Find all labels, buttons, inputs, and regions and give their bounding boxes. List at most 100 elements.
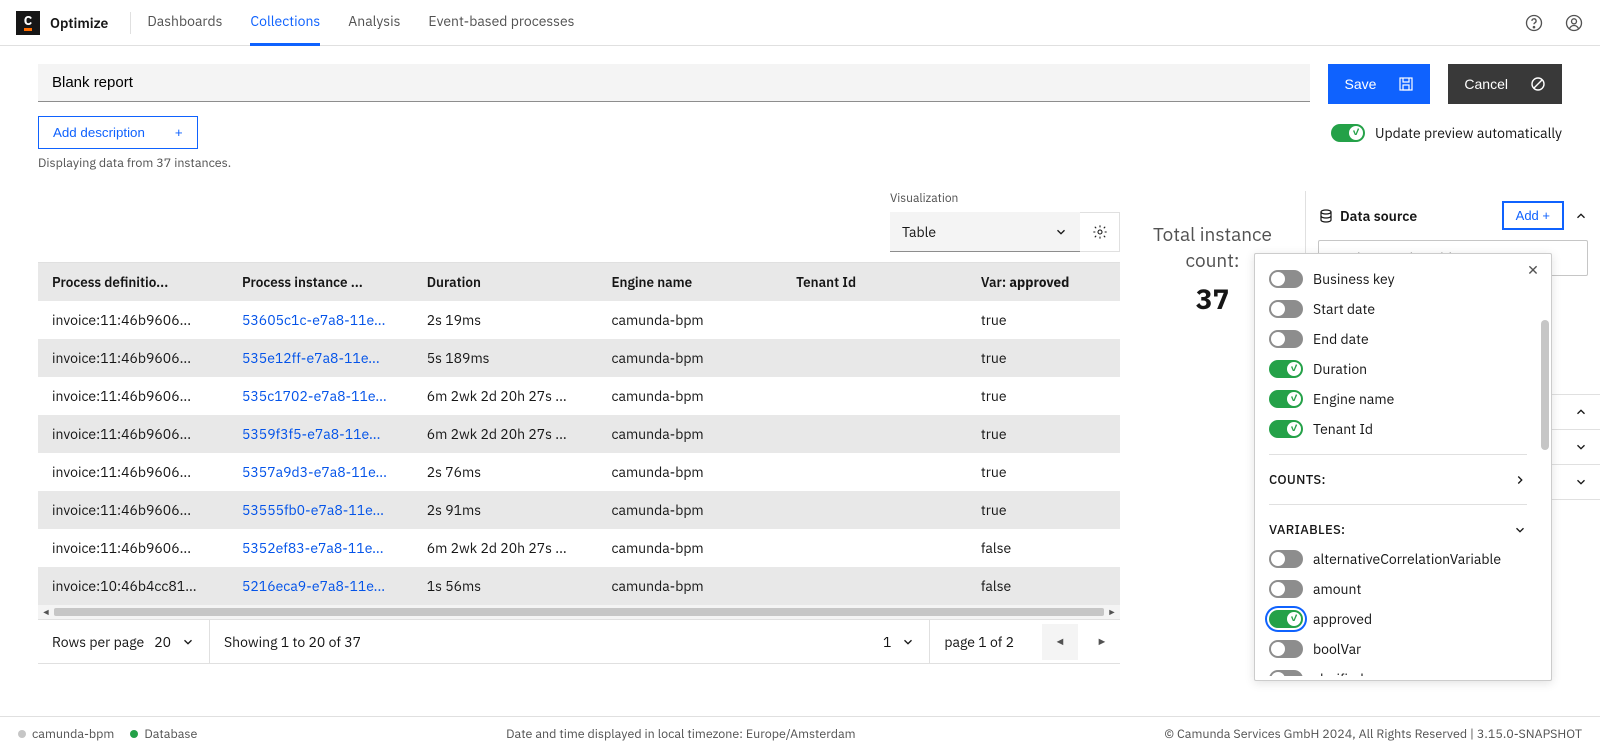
brand-logo: C bbox=[16, 11, 40, 35]
table-pager: Rows per page 20 Showing 1 to 20 of 37 1… bbox=[38, 619, 1120, 663]
chevron-down-icon bbox=[1513, 523, 1527, 537]
cell-var: true bbox=[967, 301, 1120, 339]
instance-link[interactable]: 535c1702-e7a8-11e... bbox=[242, 387, 387, 405]
footer-db: Database bbox=[144, 726, 197, 742]
cell-duration: 2s 76ms bbox=[413, 453, 598, 491]
chevron-down-icon bbox=[1574, 440, 1588, 454]
cell-process-def: invoice:11:46b9606... bbox=[38, 301, 228, 339]
table-header[interactable]: Tenant Id bbox=[782, 263, 967, 301]
right-panel: Data source Add + Invoice Receipt with ✕… bbox=[1305, 191, 1600, 664]
pager-prev[interactable]: ◄ bbox=[1042, 624, 1078, 660]
help-icon[interactable] bbox=[1524, 13, 1544, 33]
horizontal-scrollbar[interactable]: ◄► bbox=[38, 605, 1120, 619]
instance-link[interactable]: 5357a9d3-e7a8-11e... bbox=[242, 463, 387, 481]
footer-engine: camunda-bpm bbox=[32, 726, 114, 742]
column-option[interactable]: Duration bbox=[1255, 354, 1541, 384]
table-row: invoice:11:46b9606... 535c1702-e7a8-11e..… bbox=[38, 377, 1120, 415]
option-label: amount bbox=[1313, 580, 1361, 598]
chevron-down-icon[interactable] bbox=[901, 635, 915, 649]
instance-link[interactable]: 53555fb0-e7a8-11e... bbox=[242, 501, 384, 519]
button-label: Save bbox=[1344, 76, 1376, 92]
instance-link[interactable]: 5352ef83-e7a8-11e... bbox=[242, 539, 384, 557]
column-option[interactable]: approved bbox=[1255, 604, 1541, 634]
variables-section[interactable]: VARIABLES: bbox=[1255, 515, 1541, 544]
brand[interactable]: C Optimize bbox=[16, 11, 108, 35]
toggle[interactable] bbox=[1269, 610, 1303, 628]
add-description-button[interactable]: Add description + bbox=[38, 116, 198, 149]
toggle[interactable] bbox=[1269, 420, 1303, 438]
pager-page-of: page 1 of 2 bbox=[944, 633, 1014, 651]
toggle[interactable] bbox=[1269, 360, 1303, 378]
table-row: invoice:10:46b4cc81...5216eca9-e7a8-11e.… bbox=[38, 567, 1120, 605]
toggle[interactable] bbox=[1269, 640, 1303, 658]
chevron-down-icon bbox=[1574, 475, 1588, 489]
instance-link[interactable]: 5359f3f5-e7a8-11e... bbox=[242, 425, 380, 443]
chevron-up-icon[interactable] bbox=[1574, 209, 1588, 223]
table-header[interactable]: Process definitio... bbox=[38, 263, 228, 301]
cell-tenant bbox=[782, 567, 967, 605]
column-option[interactable]: Engine name bbox=[1255, 384, 1541, 414]
column-option[interactable]: Start date bbox=[1255, 294, 1541, 324]
save-button[interactable]: Save bbox=[1328, 64, 1430, 104]
column-option[interactable]: clarified bbox=[1255, 664, 1541, 676]
nav-tab-collections[interactable]: Collections bbox=[250, 0, 320, 46]
nav-tab-dashboards[interactable]: Dashboards bbox=[147, 0, 222, 46]
columns-popover: ✕ Business keyStart dateEnd dateDuration… bbox=[1254, 253, 1552, 681]
cell-process-inst: 5357a9d3-e7a8-11e... bbox=[228, 453, 413, 491]
cell-tenant bbox=[782, 377, 967, 415]
toggle[interactable] bbox=[1269, 550, 1303, 568]
column-option[interactable]: alternativeCorrelationVariable bbox=[1255, 544, 1541, 574]
preview-toggle[interactable] bbox=[1331, 124, 1365, 142]
cell-tenant bbox=[782, 453, 967, 491]
toggle[interactable] bbox=[1269, 580, 1303, 598]
table-header[interactable]: Var: approved bbox=[967, 263, 1120, 301]
column-option[interactable]: Business key bbox=[1255, 264, 1541, 294]
chevron-right-icon bbox=[1513, 473, 1527, 487]
nav-tab-event-based-processes[interactable]: Event-based processes bbox=[428, 0, 574, 46]
option-label: alternativeCorrelationVariable bbox=[1313, 550, 1501, 568]
table-row: invoice:11:46b9606...53555fb0-e7a8-11e..… bbox=[38, 491, 1120, 529]
table-header[interactable]: Engine name bbox=[597, 263, 782, 301]
cell-engine: camunda-bpm bbox=[597, 377, 782, 415]
report-title-input[interactable] bbox=[38, 64, 1310, 102]
viz-settings-button[interactable] bbox=[1080, 212, 1120, 252]
column-option[interactable]: Tenant Id bbox=[1255, 414, 1541, 444]
cell-var: true bbox=[967, 415, 1120, 453]
vertical-scrollbar[interactable] bbox=[1541, 320, 1549, 450]
section-label: VARIABLES: bbox=[1269, 521, 1345, 538]
cell-engine: camunda-bpm bbox=[597, 453, 782, 491]
instance-link[interactable]: 5216eca9-e7a8-11e... bbox=[242, 577, 385, 595]
cell-process-def: invoice:11:46b9606... bbox=[38, 377, 228, 415]
toggle[interactable] bbox=[1269, 330, 1303, 348]
data-source-label: Data source bbox=[1340, 207, 1417, 225]
toggle[interactable] bbox=[1269, 300, 1303, 318]
pager-next[interactable]: ► bbox=[1084, 624, 1120, 660]
cell-engine: camunda-bpm bbox=[597, 491, 782, 529]
section-label: COUNTS: bbox=[1269, 471, 1326, 488]
user-icon[interactable] bbox=[1564, 13, 1584, 33]
cancel-button[interactable]: Cancel bbox=[1448, 64, 1562, 104]
option-label: Tenant Id bbox=[1313, 420, 1373, 438]
chevron-down-icon[interactable] bbox=[181, 635, 195, 649]
instance-link[interactable]: 535e12ff-e7a8-11e... bbox=[242, 349, 380, 367]
add-data-source-button[interactable]: Add + bbox=[1502, 201, 1564, 230]
column-option[interactable]: boolVar bbox=[1255, 634, 1541, 664]
table-row: invoice:11:46b9606...5359f3f5-e7a8-11e..… bbox=[38, 415, 1120, 453]
option-label: boolVar bbox=[1313, 640, 1361, 658]
table-header[interactable]: Process instance ... bbox=[228, 263, 413, 301]
column-option[interactable]: amount bbox=[1255, 574, 1541, 604]
counts-section[interactable]: COUNTS: bbox=[1255, 465, 1541, 494]
viz-value: Table bbox=[902, 223, 936, 241]
table-header[interactable]: Duration bbox=[413, 263, 598, 301]
viz-select[interactable]: Table bbox=[890, 212, 1080, 252]
toggle[interactable] bbox=[1269, 670, 1303, 676]
nav-tab-analysis[interactable]: Analysis bbox=[348, 0, 400, 46]
instance-link[interactable]: 53605c1c-e7a8-11e... bbox=[242, 311, 385, 329]
save-icon bbox=[1398, 76, 1414, 92]
toggle[interactable] bbox=[1269, 390, 1303, 408]
cell-var: true bbox=[967, 453, 1120, 491]
toggle[interactable] bbox=[1269, 270, 1303, 288]
footer: camunda-bpm Database Date and time displ… bbox=[0, 716, 1600, 750]
table-row: invoice:11:46b9606...5352ef83-e7a8-11e..… bbox=[38, 529, 1120, 567]
column-option[interactable]: End date bbox=[1255, 324, 1541, 354]
